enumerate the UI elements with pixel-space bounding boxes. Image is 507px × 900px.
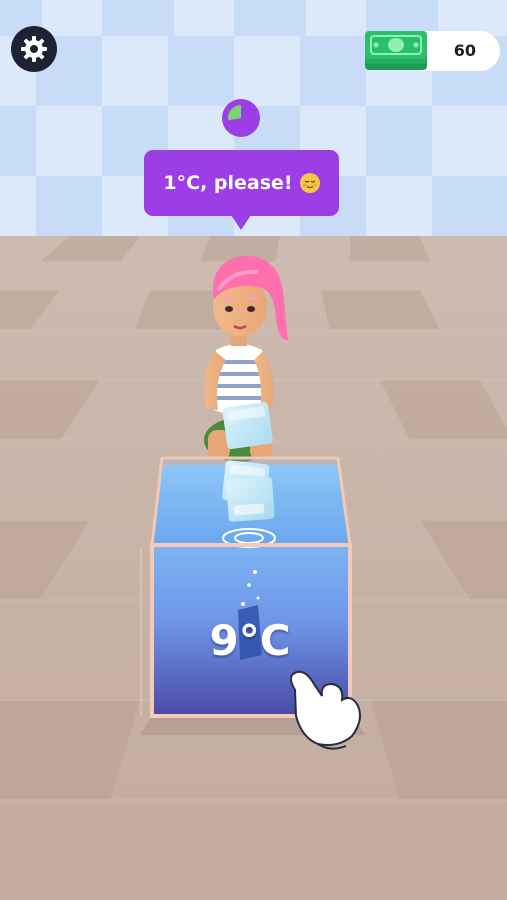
speech-bubble-tail xyxy=(231,215,251,230)
tank-temperature: 9°C xyxy=(209,616,291,665)
cash-counter: 60 xyxy=(362,30,500,72)
cash-stack-icon xyxy=(365,31,427,70)
gear-icon xyxy=(21,36,47,62)
order-text: 1°C, please! xyxy=(163,172,293,194)
patience-timer xyxy=(222,99,260,137)
settings-button[interactable] xyxy=(11,26,57,72)
order-speech-bubble: 1°C, please! xyxy=(144,150,339,216)
relieved-face-icon xyxy=(299,173,320,193)
cash-amount: 60 xyxy=(453,41,476,60)
